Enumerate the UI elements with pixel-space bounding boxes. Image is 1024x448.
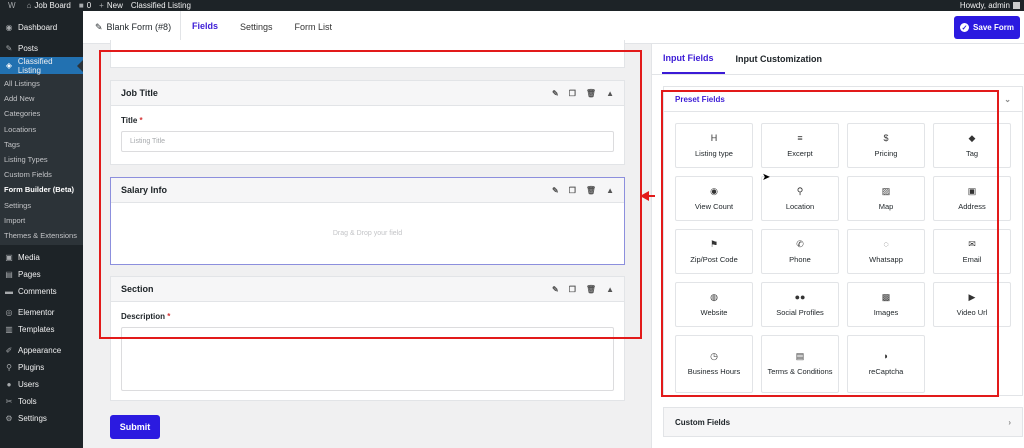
submenu-listing-types[interactable]: Listing Types: [0, 152, 83, 167]
submenu-add-new[interactable]: Add New: [0, 91, 83, 106]
tools-icon: ✂: [5, 397, 13, 407]
admin-sidebar: ◉ Dashboard ✎ Posts ◈ Classified Listing Al…: [0, 11, 83, 448]
account-menu[interactable]: Howdy, admin: [960, 1, 1020, 10]
sidebar-item-users[interactable]: ● Users: [0, 376, 83, 393]
pencil-icon: ✎: [95, 21, 103, 32]
builder-tabs: Fields Settings Form List: [181, 11, 343, 44]
submenu-all-listings[interactable]: All Listings: [0, 76, 83, 91]
plugin-link[interactable]: Classified Listing: [131, 1, 191, 10]
tab-settings[interactable]: Settings: [229, 11, 284, 44]
submenu-themes-extensions[interactable]: Themes & Extensions: [0, 228, 83, 243]
sidebar-item-settings[interactable]: ⚙ Settings: [0, 410, 83, 427]
comment-icon: ■: [78, 1, 84, 10]
appearance-icon: ✐: [5, 346, 13, 356]
sidebar-item-templates[interactable]: ▥ Templates: [0, 321, 83, 338]
submenu-import[interactable]: Import: [0, 213, 83, 228]
comments-link[interactable]: ■ 0: [79, 1, 91, 10]
plugins-icon: ⚲: [6, 363, 12, 373]
submenu-categories[interactable]: Categories: [0, 106, 83, 121]
dashboard-icon: ◉: [5, 23, 13, 32]
annotation-box-canvas: [99, 50, 642, 339]
tab-fields[interactable]: Fields: [181, 11, 230, 44]
submenu-form-builder[interactable]: Form Builder (Beta): [0, 182, 83, 197]
plus-icon: +: [99, 1, 104, 10]
submenu-settings[interactable]: Settings: [0, 198, 83, 213]
sidebar-item-pages[interactable]: ▤ Pages: [0, 266, 83, 283]
tab-input-fields[interactable]: Input Fields: [662, 44, 725, 74]
sidebar-item-appearance[interactable]: ✐ Appearance: [0, 342, 83, 359]
annotation-box-preset: [661, 90, 999, 397]
tab-form-list[interactable]: Form List: [284, 11, 344, 44]
pages-icon: ▤: [5, 270, 13, 280]
classified-listing-submenu: All Listings Add New Categories Location…: [0, 74, 83, 246]
panel-tabs: Input Fields Input Customization: [652, 44, 1024, 75]
chevron-right-icon: ›: [1008, 417, 1011, 427]
avatar: [1013, 2, 1020, 9]
media-icon: ▣: [5, 253, 13, 263]
submenu-custom-fields[interactable]: Custom Fields: [0, 167, 83, 182]
new-content-link[interactable]: + New: [99, 1, 123, 10]
form-name[interactable]: ✎ Blank Form (#8): [83, 10, 181, 44]
annotation-arrow-icon: [640, 191, 655, 201]
custom-fields-group[interactable]: Custom Fields ›: [663, 407, 1023, 437]
sidebar-item-media[interactable]: ▣ Media: [0, 249, 83, 266]
sidebar-item-tools[interactable]: ✂ Tools: [0, 393, 83, 410]
home-icon: ⌂: [26, 1, 32, 10]
users-icon: ●: [6, 380, 12, 390]
check-circle-icon: ✓: [960, 23, 970, 32]
sidebar-item-dashboard[interactable]: ◉ Dashboard: [0, 19, 83, 36]
save-form-button[interactable]: ✓ Save Form: [954, 16, 1020, 39]
submenu-tags[interactable]: Tags: [0, 137, 83, 152]
sidebar-item-posts[interactable]: ✎ Posts: [0, 40, 83, 57]
admin-bar: W ⌂ Job Board ■ 0 + New Classified Listing …: [0, 0, 1024, 11]
chevron-down-icon: ⌄: [1004, 94, 1011, 104]
sidebar-item-plugins[interactable]: ⚲ Plugins: [0, 359, 83, 376]
site-name-link[interactable]: ⌂ Job Board: [27, 1, 71, 10]
sidebar-item-comments[interactable]: ▬ Comments: [0, 283, 83, 300]
comments-icon: ▬: [5, 287, 13, 297]
sidebar-item-classified-listing[interactable]: ◈ Classified Listing: [0, 57, 83, 75]
tab-input-customization[interactable]: Input Customization: [735, 44, 834, 74]
templates-icon: ▥: [5, 325, 13, 335]
submit-button[interactable]: Submit: [110, 415, 160, 439]
listing-icon: ◈: [5, 61, 12, 70]
mouse-cursor-icon: ➤: [762, 172, 771, 183]
sidebar-item-elementor[interactable]: ◎ Elementor: [0, 304, 83, 321]
submenu-locations[interactable]: Locations: [0, 122, 83, 137]
elementor-icon: ◎: [5, 308, 13, 318]
settings-icon: ⚙: [5, 414, 13, 424]
wordpress-logo[interactable]: W: [8, 1, 19, 10]
pin-icon: ✎: [5, 44, 13, 53]
